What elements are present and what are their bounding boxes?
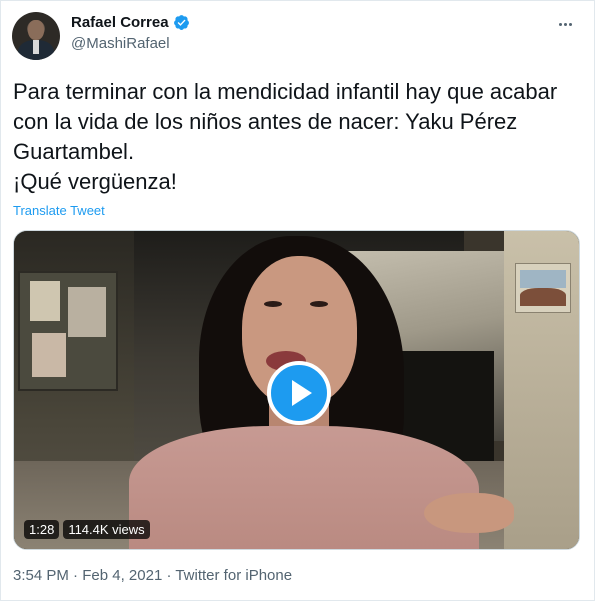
tweet-text-line: con la vida de los niños antes de nacer:… — [13, 109, 518, 134]
tweet-time[interactable]: 3:54 PM — [13, 567, 69, 584]
tweet-card: Rafael Correa @MashiRafael Para terminar… — [0, 0, 595, 601]
tweet-text-line: Guartambel. — [13, 139, 135, 164]
tweet-meta: 3:54 PM · Feb 4, 2021 · Twitter for iPho… — [13, 567, 292, 584]
dot — [558, 22, 562, 26]
avatar-shirt — [33, 40, 39, 54]
person-eye — [310, 301, 328, 307]
tweet-text-line: Para terminar con la mendicidad infantil… — [13, 79, 558, 104]
person-hand — [424, 493, 514, 533]
person-eye — [264, 301, 282, 307]
more-options-icon[interactable] — [554, 13, 576, 35]
wall-poster — [515, 263, 571, 313]
board-paper — [30, 281, 60, 321]
author-name-row[interactable]: Rafael Correa — [71, 14, 190, 31]
meta-separator: · — [68, 567, 83, 584]
tweet-text: Para terminar con la mendicidad infantil… — [13, 77, 583, 197]
tweet-source[interactable]: Twitter for iPhone — [175, 567, 292, 584]
video-views-badge: 114.4K views — [63, 520, 150, 539]
poster-sky — [520, 270, 566, 288]
tweet-date[interactable]: Feb 4, 2021 — [82, 567, 162, 584]
author-display-name[interactable]: Rafael Correa — [71, 14, 169, 31]
meta-separator: · — [162, 567, 176, 584]
bulletin-board — [18, 271, 118, 391]
play-icon — [292, 380, 312, 406]
author-handle[interactable]: @MashiRafael — [71, 35, 170, 52]
video-duration-badge: 1:28 — [24, 520, 60, 539]
poster-hill — [520, 288, 566, 306]
board-paper — [32, 333, 66, 377]
dot — [568, 22, 572, 26]
verified-badge-icon — [173, 14, 190, 31]
video-badges: 1:28 114.4K views — [24, 520, 150, 539]
translate-tweet-link[interactable]: Translate Tweet — [13, 203, 105, 218]
avatar-face — [28, 20, 44, 40]
video-player[interactable]: 1:28 114.4K views — [13, 230, 580, 550]
tweet-text-line: ¡Qué vergüenza! — [13, 169, 177, 194]
dot — [563, 22, 567, 26]
play-button[interactable] — [267, 361, 331, 425]
avatar[interactable] — [12, 12, 60, 60]
board-paper — [68, 287, 106, 337]
person-sweater — [129, 426, 479, 549]
video-background-right — [504, 231, 579, 549]
